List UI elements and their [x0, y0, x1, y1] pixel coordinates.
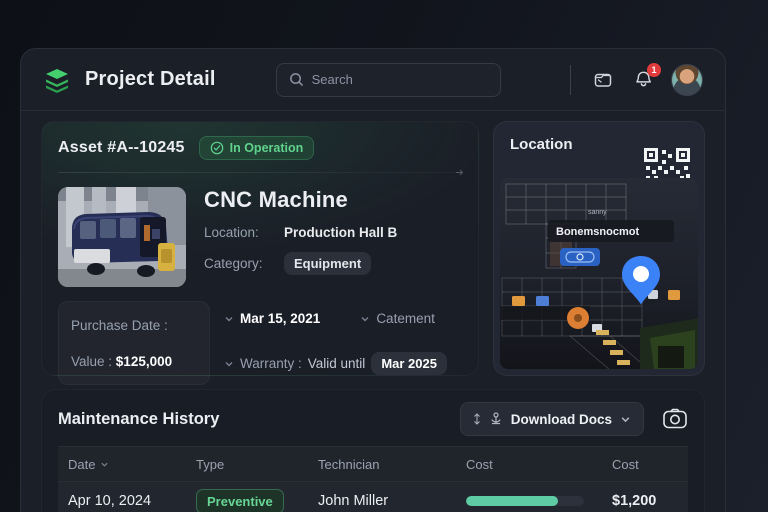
- value-label: Value :: [71, 353, 113, 369]
- asset-name: CNC Machine: [204, 187, 348, 212]
- user-avatar[interactable]: [671, 63, 703, 96]
- asset-photo-image: [58, 187, 186, 287]
- warranty-text: Valid until: [307, 356, 366, 371]
- notifications-button[interactable]: 1: [631, 62, 661, 92]
- warranty-until-badge: Mar 2025: [371, 352, 447, 375]
- check-circle-icon: [210, 141, 223, 155]
- column-date[interactable]: Date: [58, 457, 186, 472]
- asset-detail-card: Asset #A--10245 In Operation CNC Machine…: [41, 121, 479, 385]
- table-row[interactable]: Apr 10, 2024 Preventive John Miller $1,2…: [58, 482, 688, 512]
- purchase-panel: Purchase Date : Value : $125,000: [58, 301, 210, 385]
- facility-map-image: sanny Bonemsnocmot: [500, 178, 698, 369]
- camera-button[interactable]: [662, 407, 688, 431]
- facility-map[interactable]: sanny Bonemsnocmot: [500, 178, 698, 369]
- download-icon: [491, 412, 501, 425]
- cost-progress-fill: [466, 496, 559, 506]
- category-label: Category:: [204, 256, 263, 271]
- camera-icon: [663, 408, 687, 429]
- search-placeholder: Search: [311, 72, 353, 87]
- map-tooltip-main-text: Bonemsnocmot: [556, 226, 639, 238]
- cell-technician: John Miller: [318, 493, 389, 509]
- download-docs-label: Download Docs: [510, 411, 612, 427]
- maintenance-title: Maintenance History: [58, 409, 220, 428]
- app-logo-layers-icon: [46, 68, 68, 93]
- type-badge: Preventive: [196, 488, 284, 512]
- search-input[interactable]: Search: [275, 62, 501, 97]
- divider-arrow-icon: [456, 169, 464, 176]
- location-value: Production Hall B: [284, 225, 398, 240]
- header-divider: [570, 64, 571, 95]
- asset-id: Asset #A--10245: [58, 139, 185, 156]
- table-header: Date Type Technician Cost Cost: [58, 446, 688, 482]
- sort-icon: [101, 462, 109, 467]
- asset-photo[interactable]: [58, 187, 186, 287]
- location-label: Location:: [204, 225, 259, 240]
- status-badge: In Operation: [198, 136, 315, 160]
- warranty-label: Warranty :: [240, 356, 302, 371]
- status-label: In Operation: [229, 141, 304, 155]
- map-tooltip-small-text: sanny: [588, 209, 607, 216]
- folder-button[interactable]: [591, 68, 615, 92]
- column-cost-1[interactable]: Cost: [456, 457, 602, 472]
- cell-date: Apr 10, 2024: [68, 493, 152, 509]
- search-icon: [289, 73, 303, 86]
- value-amount: $125,000: [115, 353, 173, 369]
- maintenance-history-card: Maintenance History Download Docs Date T…: [41, 389, 705, 512]
- main-content: Asset #A--10245 In Operation CNC Machine…: [21, 111, 725, 512]
- cell-cost: $1,200: [612, 493, 657, 509]
- column-type[interactable]: Type: [186, 457, 308, 472]
- transfer-icon: [473, 413, 480, 425]
- download-docs-button[interactable]: Download Docs: [459, 402, 644, 436]
- column-cost-2[interactable]: Cost: [602, 457, 688, 472]
- location-card: Location sanny Bonemsnocmot: [493, 121, 705, 376]
- divider: [58, 169, 464, 176]
- cost-progress-bar: [466, 496, 584, 506]
- app-header: Project Detail Search 1: [21, 49, 725, 111]
- chevron-down-icon[interactable]: [224, 359, 234, 369]
- page-title: Project Detail: [85, 68, 216, 90]
- folder-icon: [594, 73, 612, 87]
- purchase-extra-label: Catement: [376, 311, 435, 326]
- category-badge: Equipment: [284, 252, 372, 275]
- chevron-down-icon[interactable]: [360, 314, 370, 324]
- column-technician[interactable]: Technician: [308, 457, 456, 472]
- purchase-date-label: Purchase Date :: [71, 317, 168, 333]
- chevron-down-icon[interactable]: [224, 314, 234, 324]
- notification-badge: 1: [647, 62, 661, 77]
- chevron-down-icon: [621, 416, 630, 422]
- purchase-date-value: Mar 15, 2021: [240, 311, 321, 326]
- app-window: Project Detail Search 1 Asset #A--10245 …: [20, 48, 726, 512]
